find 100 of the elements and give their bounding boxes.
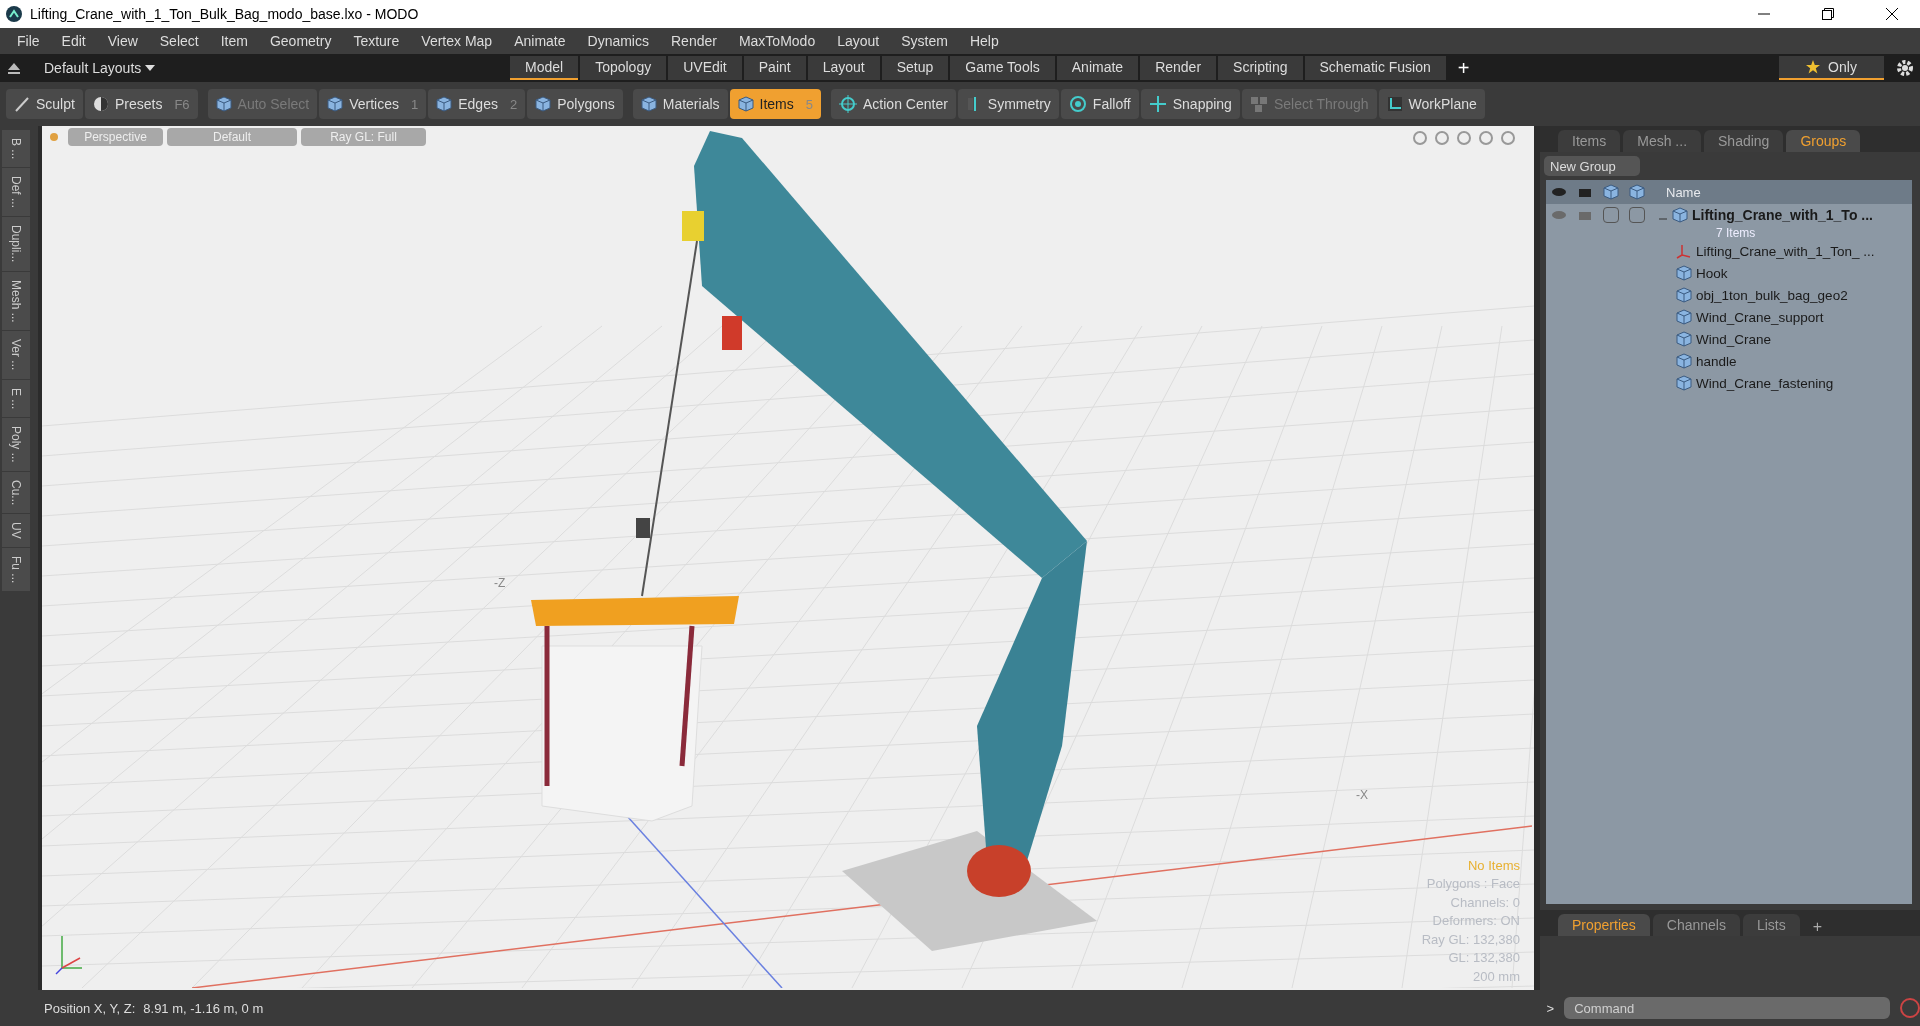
panel-tab[interactable]: Mesh ... — [1623, 130, 1702, 152]
group-name[interactable]: Lifting_Crane_with_1_To ... — [1692, 207, 1873, 223]
side-tab[interactable]: Cu... — [2, 471, 30, 514]
cube-icon — [436, 96, 453, 112]
collapse-icon[interactable] — [6, 61, 22, 75]
add-tab-button[interactable]: + — [1802, 918, 1833, 936]
axis-label: -X — [1356, 788, 1368, 802]
new-group-button[interactable]: New Group — [1544, 156, 1640, 176]
tool-button[interactable]: Action Center — [831, 89, 956, 119]
side-tab[interactable]: UV — [2, 514, 30, 547]
side-tab[interactable]: Poly ... — [2, 418, 30, 471]
tool-button[interactable]: Items 5 — [729, 89, 821, 119]
tree-item[interactable]: Wind_Crane_support — [1696, 309, 1824, 325]
layout-tab[interactable]: Paint — [743, 56, 806, 80]
restore-icon — [1822, 8, 1834, 20]
cube-icon — [1676, 287, 1692, 303]
tool-button[interactable]: Snapping — [1140, 89, 1240, 119]
cube-icon — [1629, 184, 1645, 200]
panel-tab[interactable]: Properties — [1558, 914, 1650, 936]
item-count: 7 Items — [1715, 226, 1757, 240]
tree-item[interactable]: handle — [1696, 353, 1737, 369]
layout-tab[interactable]: Animate — [1056, 56, 1139, 80]
tool-button[interactable]: Presets F6 — [84, 89, 198, 119]
group-icon — [1672, 207, 1688, 223]
layout-tab[interactable]: Layout — [807, 56, 880, 80]
side-tab[interactable]: Mesh ... — [2, 271, 30, 331]
checkbox[interactable] — [1603, 207, 1619, 223]
menu-item[interactable]: Edit — [50, 33, 97, 49]
app-logo-icon — [6, 6, 22, 22]
only-toggle[interactable]: Only — [1779, 56, 1884, 80]
side-tab[interactable]: Fu ... — [2, 547, 30, 592]
cube-icon — [215, 96, 232, 112]
cube-icon — [1603, 184, 1619, 200]
tool-button[interactable]: Edges 2 — [428, 89, 526, 119]
tree-item[interactable]: Lifting_Crane_with_1_Ton_ ... — [1696, 243, 1875, 259]
menu-item[interactable]: Help — [958, 33, 1010, 49]
menu-item[interactable]: Texture — [342, 33, 411, 49]
menu-item[interactable]: System — [890, 33, 959, 49]
tool-button[interactable]: Sculpt — [6, 89, 83, 119]
menu-item[interactable]: Vertex Map — [410, 33, 504, 49]
menu-item[interactable]: Layout — [826, 33, 891, 49]
panel-tab[interactable]: Lists — [1742, 914, 1800, 936]
viewport-info: No Items — [1468, 856, 1520, 875]
menu-item[interactable]: Item — [209, 33, 259, 49]
crosshair-icon — [839, 95, 857, 113]
tree-item[interactable]: Wind_Crane — [1696, 331, 1772, 347]
tool-button[interactable]: Polygons — [527, 89, 623, 119]
tree-item[interactable]: Wind_Crane_fastening — [1696, 375, 1834, 391]
side-tab[interactable]: E ... — [2, 379, 30, 418]
layout-dropdown[interactable]: Default Layouts — [38, 59, 508, 77]
cube-icon — [535, 96, 552, 112]
layout-tab[interactable]: Schematic Fusion — [1304, 56, 1446, 80]
layout-tab[interactable]: Scripting — [1218, 56, 1303, 80]
layout-tab[interactable]: Setup — [881, 56, 949, 80]
menu-item[interactable]: Animate — [503, 33, 577, 49]
layout-tab[interactable]: Render — [1140, 56, 1217, 80]
layout-tab[interactable]: UVEdit — [668, 56, 742, 80]
menu-item[interactable]: Dynamics — [576, 33, 660, 49]
panel-tab[interactable]: Channels — [1652, 914, 1740, 936]
side-tab[interactable]: B ... — [2, 130, 30, 168]
record-button[interactable] — [1900, 998, 1920, 1018]
menu-item[interactable]: File — [6, 33, 51, 49]
menu-item[interactable]: Geometry — [258, 33, 343, 49]
tool-button[interactable]: Vertices 1 — [319, 89, 427, 119]
tool-button[interactable]: Symmetry — [957, 89, 1059, 119]
side-tab[interactable]: Ver ... — [2, 331, 30, 379]
command-field[interactable]: Command — [1564, 997, 1891, 1019]
side-tab[interactable]: Dupli... — [2, 217, 30, 271]
menu-item[interactable]: View — [96, 33, 149, 49]
cube-icon — [737, 96, 754, 112]
layout-tab[interactable]: Model — [510, 56, 579, 80]
cube-icon — [1676, 331, 1692, 347]
caret-icon — [145, 64, 156, 72]
add-tab-button[interactable]: + — [1447, 56, 1480, 80]
grid-icon — [1386, 96, 1403, 112]
checkbox[interactable] — [1629, 207, 1645, 223]
tool-button[interactable]: Falloff — [1060, 89, 1139, 119]
layout-tab[interactable]: Game Tools — [950, 56, 1055, 80]
tool-button[interactable]: WorkPlane — [1378, 89, 1485, 119]
tool-button[interactable]: Materials — [632, 89, 728, 119]
cube-icon — [1676, 309, 1692, 325]
panel-tab[interactable]: Items — [1558, 130, 1621, 152]
status-dot — [50, 133, 58, 141]
tree-item[interactable]: Hook — [1696, 265, 1728, 281]
layout-tab[interactable]: Topology — [580, 56, 667, 80]
cubes-icon — [1249, 95, 1268, 113]
menu-item[interactable]: MaxToModo — [727, 33, 827, 49]
side-tab[interactable]: Def ... — [2, 168, 30, 217]
target-icon — [1068, 95, 1087, 113]
prompt-sign: > — [1546, 1000, 1555, 1016]
star-icon — [1806, 60, 1821, 74]
cube-icon — [1676, 353, 1692, 369]
menu-item[interactable]: Render — [660, 33, 728, 49]
panel-tab[interactable]: Shading — [1704, 130, 1784, 152]
position-label: Position X, Y, Z: — [44, 1000, 136, 1016]
tree-item[interactable]: obj_1ton_bulk_bag_geo2 — [1696, 287, 1848, 303]
panel-tab[interactable]: Groups — [1786, 130, 1861, 152]
close-icon — [1886, 8, 1898, 20]
menu-item[interactable]: Select — [148, 33, 210, 49]
cube-icon — [1676, 265, 1692, 281]
